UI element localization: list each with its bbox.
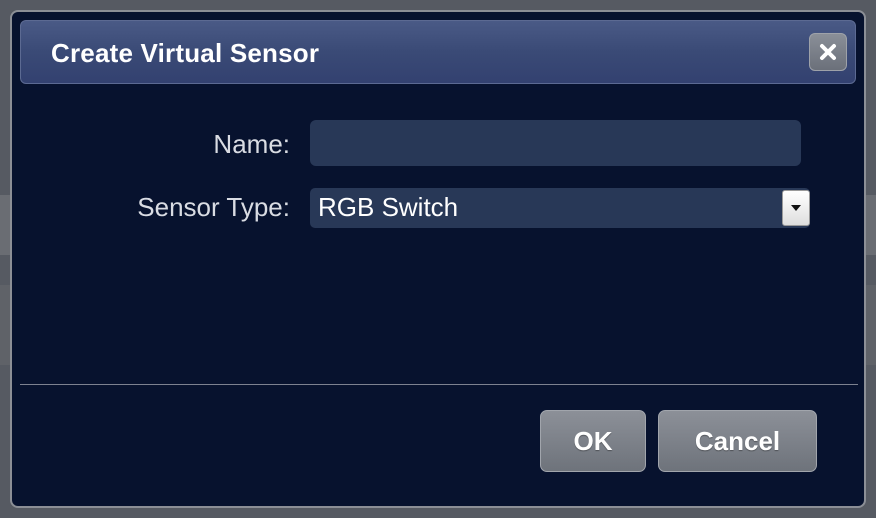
ok-button[interactable]: OK — [540, 410, 646, 472]
sensor-type-label: Sensor Type: — [137, 192, 290, 222]
sensor-type-select[interactable]: RGB Switch — [310, 188, 810, 228]
name-input[interactable] — [310, 120, 801, 166]
footer-divider — [20, 384, 858, 385]
name-label: Name: — [213, 129, 290, 159]
cancel-button[interactable]: Cancel — [658, 410, 817, 472]
chevron-down-icon[interactable] — [782, 190, 810, 226]
close-icon — [819, 43, 837, 61]
create-virtual-sensor-dialog: Create Virtual Sensor Name: Sensor Type:… — [10, 10, 866, 508]
dialog-titlebar: Create Virtual Sensor — [20, 20, 856, 84]
close-button[interactable] — [809, 33, 847, 71]
sensor-type-value: RGB Switch — [318, 192, 459, 222]
dialog-title: Create Virtual Sensor — [51, 38, 320, 68]
